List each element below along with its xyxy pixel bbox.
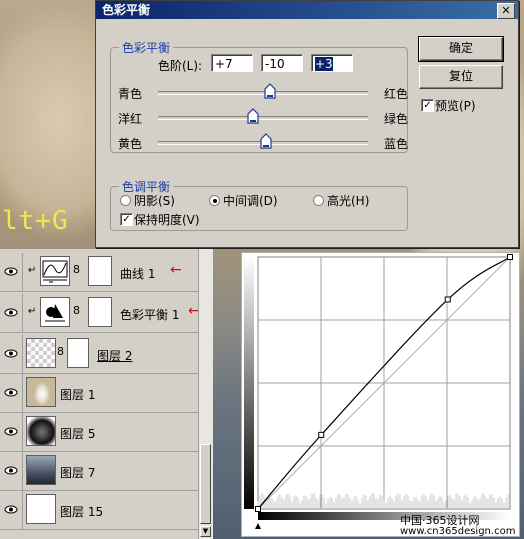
output-gradient-bar [244, 257, 254, 509]
visibility-eye-icon[interactable] [0, 253, 23, 291]
watermark-line1: 中国·365设计网 [400, 514, 480, 527]
layer-row[interactable]: ↵ 8 曲线 1 ← [0, 253, 198, 292]
chain-link-icon[interactable]: 8 [57, 345, 64, 358]
level-magenta-green-input[interactable]: -10 [261, 54, 303, 72]
preview-label: 预览(P) [435, 99, 476, 113]
shadows-radio[interactable] [120, 195, 131, 206]
preview-checkbox[interactable]: ✓ [421, 99, 434, 112]
watermark: 中国·365设计网 www.cn365design.com [400, 515, 515, 537]
slider-cyan-red-right-label: 红色 [383, 87, 408, 101]
slider-yellow-blue: 黄色 蓝色 [118, 133, 408, 153]
visibility-eye-icon[interactable] [0, 294, 23, 332]
curve-control-point [255, 506, 261, 512]
levels-label: 色阶(L): [158, 59, 203, 73]
layer-row[interactable]: 图层 7 [0, 452, 198, 491]
preserve-luminosity-checkbox[interactable]: ✓ [120, 213, 133, 226]
layer-mask-thumbnail[interactable] [67, 338, 89, 368]
color-balance-group-label: 色彩平衡 [122, 41, 171, 55]
curves-icon[interactable] [40, 256, 70, 286]
slider-yellow-blue-right-label: 蓝色 [383, 137, 408, 151]
dialog-title: 色彩平衡 [102, 3, 151, 17]
ok-button[interactable]: 确定 [418, 36, 504, 62]
slider-yellow-blue-left-label: 黄色 [118, 137, 143, 151]
midtones-label: 中间调(D) [223, 194, 278, 208]
layer-name: 图层 5 [60, 427, 96, 441]
curves-plot [244, 254, 513, 529]
watermark-line2: www.cn365design.com [400, 526, 516, 537]
layer-thumbnail[interactable] [26, 416, 56, 446]
scrollbar-thumb[interactable] [200, 444, 211, 524]
slider-magenta-green-track[interactable] [158, 116, 368, 120]
dialog-title-bar[interactable]: 色彩平衡 ✕ [96, 1, 518, 19]
layer-name: 曲线 1 [120, 267, 156, 281]
highlights-label: 高光(H) [327, 194, 370, 208]
level-cyan-red-input[interactable]: +7 [211, 54, 253, 72]
visibility-eye-icon[interactable] [0, 374, 23, 412]
color-balance-icon[interactable] [40, 297, 70, 327]
layer-thumbnail[interactable] [26, 338, 56, 368]
close-button[interactable]: ✕ [497, 3, 515, 19]
chain-link-icon[interactable]: 8 [73, 304, 80, 317]
color-balance-dialog: 色彩平衡 ✕ 色彩平衡 色阶(L): +7 -10 +3 青色 红色洋红 绿色黄色 蓝… [95, 0, 519, 248]
layers-scrollbar[interactable]: ▼ [198, 249, 213, 539]
shortcut-hint: lt+G [2, 206, 69, 236]
slider-cyan-red: 青色 红色 [118, 83, 408, 103]
slider-yellow-blue-thumb[interactable] [260, 133, 272, 149]
preserve-luminosity-label: 保持明度(V) [134, 213, 200, 227]
layer-row[interactable]: 图层 1 [0, 374, 198, 413]
curve-control-point [444, 296, 451, 303]
slider-cyan-red-left-label: 青色 [118, 87, 143, 101]
layer-mask-thumbnail[interactable] [88, 297, 112, 327]
level-yellow-blue-input[interactable]: +3 [311, 54, 353, 72]
slider-magenta-green-left-label: 洋红 [118, 112, 143, 126]
slider-cyan-red-thumb[interactable] [264, 83, 276, 99]
clip-arrow-icon: ↵ [28, 306, 37, 317]
layer-row[interactable]: 图层 5 [0, 413, 198, 452]
reset-button[interactable]: 复位 [419, 65, 503, 89]
curve-control-point [507, 254, 513, 260]
scroll-down-button[interactable]: ▼ [200, 526, 211, 537]
layer-row[interactable]: 8 图层 2 [0, 335, 198, 374]
highlights-radio[interactable] [313, 195, 324, 206]
layer-thumbnail[interactable] [26, 494, 56, 524]
midtones-radio[interactable] [209, 195, 220, 206]
layer-row[interactable]: 图层 15 [0, 491, 198, 530]
layer-mask-thumbnail[interactable] [88, 256, 112, 286]
layer-thumbnail[interactable] [26, 455, 56, 485]
layer-name: 图层 7 [60, 466, 96, 480]
curves-graph[interactable] [241, 252, 520, 537]
layer-name: 图层 15 [60, 505, 104, 519]
visibility-eye-icon[interactable] [0, 335, 23, 373]
visibility-eye-icon[interactable] [0, 491, 23, 529]
shadows-label: 阴影(S) [134, 194, 175, 208]
layer-name: 图层 1 [60, 388, 96, 402]
slider-cyan-red-track[interactable] [158, 91, 368, 95]
slider-magenta-green: 洋红 绿色 [118, 108, 408, 128]
chain-link-icon[interactable]: 8 [73, 263, 80, 276]
annotation-arrow-icon: ← [170, 262, 182, 278]
layers-panel: ↵ 8 曲线 1 ← ↵ 8 色彩平衡 1 ← 8 图层 2 图层 1 图层 5 图层 7 图层 15 ▼ [0, 249, 213, 539]
black-point-marker [255, 523, 261, 529]
visibility-eye-icon[interactable] [0, 413, 23, 451]
clip-arrow-icon: ↵ [28, 265, 37, 276]
layer-row[interactable]: ↵ 8 色彩平衡 1 ← [0, 294, 200, 333]
curve-control-point [318, 431, 325, 438]
layer-name: 色彩平衡 1 [120, 308, 180, 322]
visibility-eye-icon[interactable] [0, 452, 23, 490]
slider-magenta-green-thumb[interactable] [246, 108, 259, 124]
layer-thumbnail[interactable] [26, 377, 56, 407]
layer-name: 图层 2 [97, 349, 133, 363]
slider-magenta-green-right-label: 绿色 [383, 112, 408, 126]
